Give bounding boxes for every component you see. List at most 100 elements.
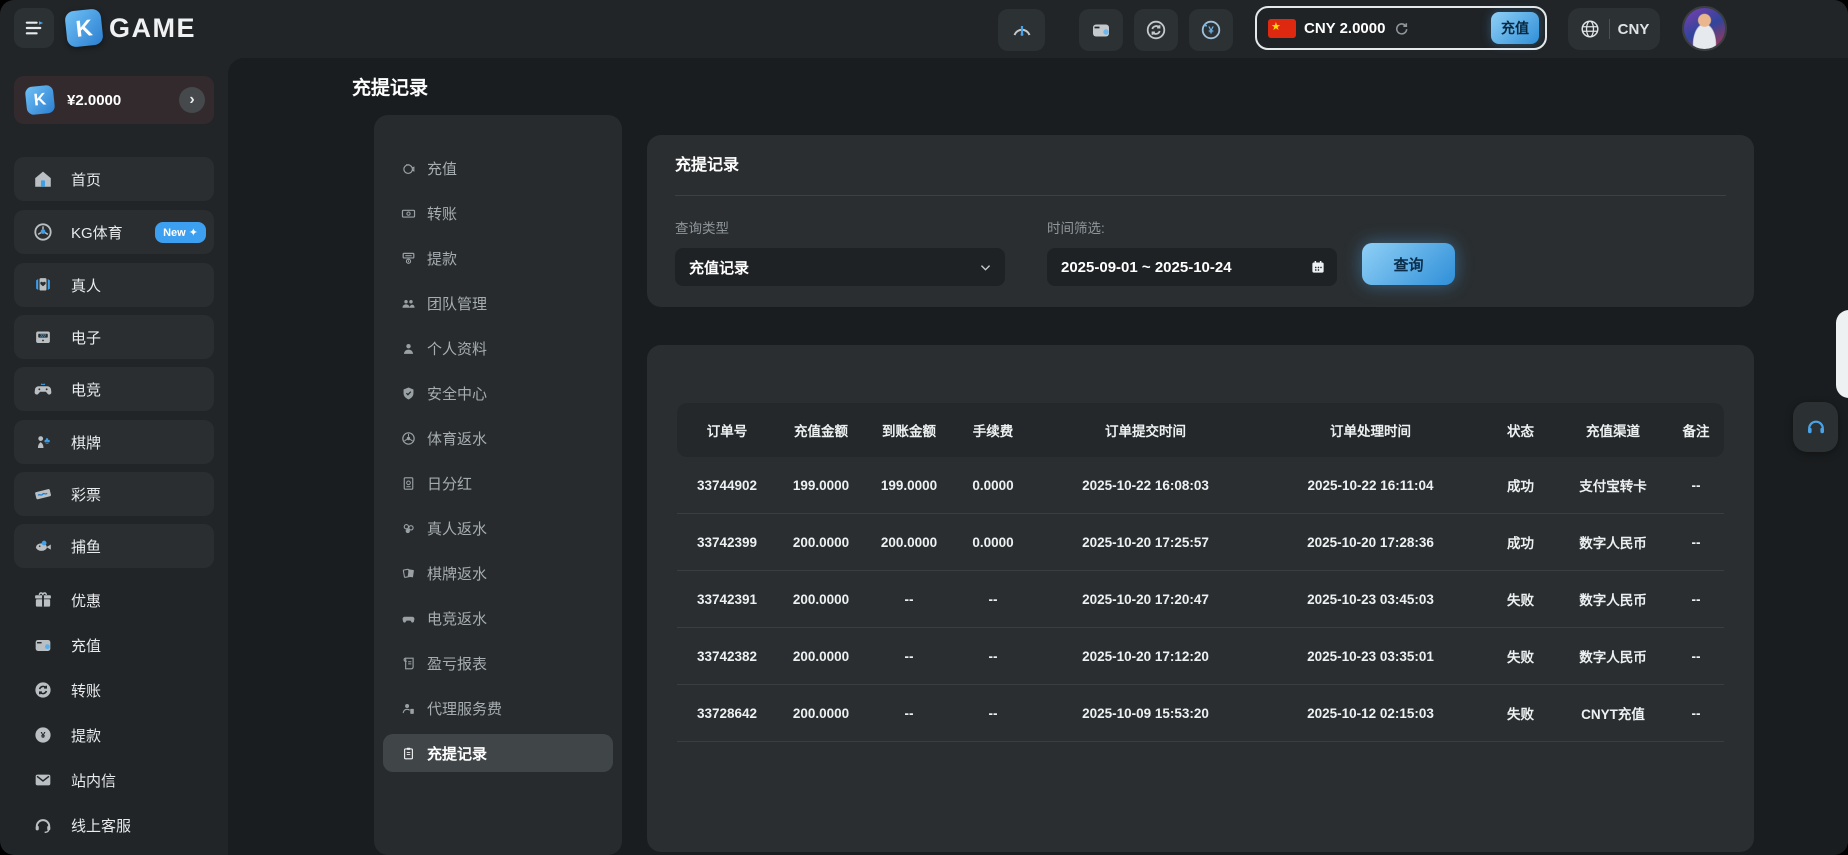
sidebar-item-withdraw[interactable]: ¥ 提款 [14,715,214,755]
wallet-icon [1089,18,1113,42]
gauge-button[interactable] [998,9,1045,51]
sidebar-item-messages[interactable]: 站内信 [14,760,214,800]
gauge-icon [1010,18,1034,42]
user-avatar[interactable] [1682,6,1727,51]
headset-blue-icon [1804,415,1828,439]
submenu-item-agent-fee[interactable]: 代理服务费 [383,689,613,727]
sidebar-item-live-casino[interactable]: 真人 [14,263,214,307]
wallet-button[interactable] [1079,9,1123,51]
submenu-item-sports-rebate[interactable]: 体育返水 [383,419,613,457]
sidebar-item-kg-sports[interactable]: KG体育 New ✦ [14,210,214,254]
search-button[interactable]: 查询 [1362,243,1455,285]
col-received-amount: 到账金额 [865,420,953,440]
withdraw-icon: ¥ [32,724,54,746]
submenu-item-poker-rebate[interactable]: 棋牌返水 [383,554,613,592]
agent-icon [400,700,417,717]
calendar-icon [1309,258,1327,276]
svg-text:¥: ¥ [1208,26,1214,37]
deposit-button[interactable]: 充值 [1491,12,1539,44]
fish-icon [32,535,54,557]
submenu-item-daily-dividend[interactable]: 日分红 [383,464,613,502]
playing-cards-icon [400,565,417,582]
col-process-time: 订单处理时间 [1258,420,1483,440]
balance-selector[interactable]: ★ CNY 2.0000 充值 [1255,6,1547,50]
menu-toggle-button[interactable] [14,8,54,48]
table-row: 33742391200.0000----2025-10-20 17:20:472… [677,571,1724,628]
submenu-item-security[interactable]: 安全中心 [383,374,613,412]
transfer-icon [32,679,54,701]
refresh-balance-icon[interactable] [1393,20,1410,37]
submenu-item-esports-rebate[interactable]: 电竞返水 [383,599,613,637]
status-badge: 成功 [1483,532,1558,552]
casino-chips-icon [400,520,417,537]
clipboard-icon [400,745,417,762]
wallet-balance-card[interactable]: K ¥2.0000 › [14,76,214,124]
soccer-icon [32,221,54,243]
svg-text:777: 777 [40,334,46,338]
submenu-item-live-rebate[interactable]: 真人返水 [383,509,613,547]
balance-value: CNY 2.0000 [1304,20,1385,37]
table-row: 33728642200.0000----2025-10-09 15:53:202… [677,685,1724,742]
banknote-icon [400,205,417,222]
language-currency-selector[interactable]: CNY [1568,8,1660,50]
sidebar-item-deposit[interactable]: 充值 [14,625,214,665]
submenu-item-profile[interactable]: 个人资料 [383,329,613,367]
customer-service-button[interactable] [1793,402,1838,452]
account-submenu: 充值 转账 提款 团队管理 个人资料 安全中心 [374,115,622,855]
gamepad-small-icon [400,610,417,627]
mail-icon [32,769,54,791]
time-filter-label: 时间筛选: [1047,217,1105,237]
wallet-expand-button[interactable]: › [179,87,205,113]
status-badge: 成功 [1483,475,1558,495]
date-range-input[interactable]: 2025-09-01 ~ 2025-10-24 [1047,248,1337,286]
piggy-bank-icon [400,160,417,177]
submenu-item-transfer[interactable]: 转账 [383,194,613,232]
submenu-item-pnl-report[interactable]: 盈亏报表 [383,644,613,682]
chess-pawn-icon: ♣ [32,431,54,453]
submenu-item-team[interactable]: 团队管理 [383,284,613,322]
logo-text: GAME [109,13,196,44]
sidebar-item-transfer[interactable]: 转账 [14,670,214,710]
sidebar-item-lottery[interactable]: 彩票 [14,472,214,516]
submenu-item-transaction-records[interactable]: 充提记录 [383,734,613,772]
sync-button[interactable] [1134,9,1178,51]
exchange-button[interactable]: ¥ [1189,9,1233,51]
sidebar-item-slots[interactable]: 777 电子 [14,315,214,359]
sidebar-item-online-support[interactable]: 线上客服 [14,805,214,845]
records-table-card: 订单号 充值金额 到账金额 手续费 订单提交时间 订单处理时间 状态 充值渠道 … [647,345,1754,852]
sync-icon [1144,18,1168,42]
main-content: 充提记录 充值 转账 提款 团队管理 个人资料 [228,58,1848,855]
table-row: 33744902199.0000199.00000.00002025-10-22… [677,457,1724,514]
locale-code: CNY [1618,21,1650,38]
col-note: 备注 [1668,420,1724,440]
gamepad-icon [32,378,54,400]
flag-cn-icon: ★ [1268,19,1296,38]
shield-check-icon [400,385,417,402]
submenu-item-deposit[interactable]: 充值 [383,149,613,187]
home-icon [32,168,54,190]
logo-k-tile: K [64,8,104,48]
side-panel-handle[interactable] [1836,310,1848,398]
sidebar: K ¥2.0000 › 首页 KG体育 New ✦ 真人 777 电子 电竞 ♣… [0,58,228,855]
wallet-balance: ¥2.0000 [67,92,121,109]
sidebar-item-chess-poker[interactable]: ♣ 棋牌 [14,420,214,464]
deposit-wallet-icon [32,634,54,656]
brand-logo[interactable]: K GAME [66,10,196,46]
sidebar-item-promotions[interactable]: 优惠 [14,580,214,620]
status-badge: 失败 [1483,646,1558,666]
sidebar-item-home[interactable]: 首页 [14,157,214,201]
col-deposit-amount: 充值金额 [777,420,865,440]
topbar: K GAME ¥ ★ CNY 2.0000 [0,0,1848,58]
page-title: 充提记录 [352,73,428,100]
col-channel: 充值渠道 [1558,420,1668,440]
soccer-ball-icon [400,430,417,447]
sidebar-item-fishing[interactable]: 捕鱼 [14,524,214,568]
query-type-select[interactable]: 充值记录 [675,248,1005,286]
col-order-id: 订单号 [677,420,777,440]
currency-exchange-icon: ¥ [1199,18,1223,42]
query-type-label: 查询类型 [675,217,729,237]
sidebar-item-esports[interactable]: 电竞 [14,367,214,411]
submenu-item-withdraw[interactable]: 提款 [383,239,613,277]
date-range-value: 2025-09-01 ~ 2025-10-24 [1061,259,1232,276]
filter-card-title: 充提记录 [675,151,739,175]
